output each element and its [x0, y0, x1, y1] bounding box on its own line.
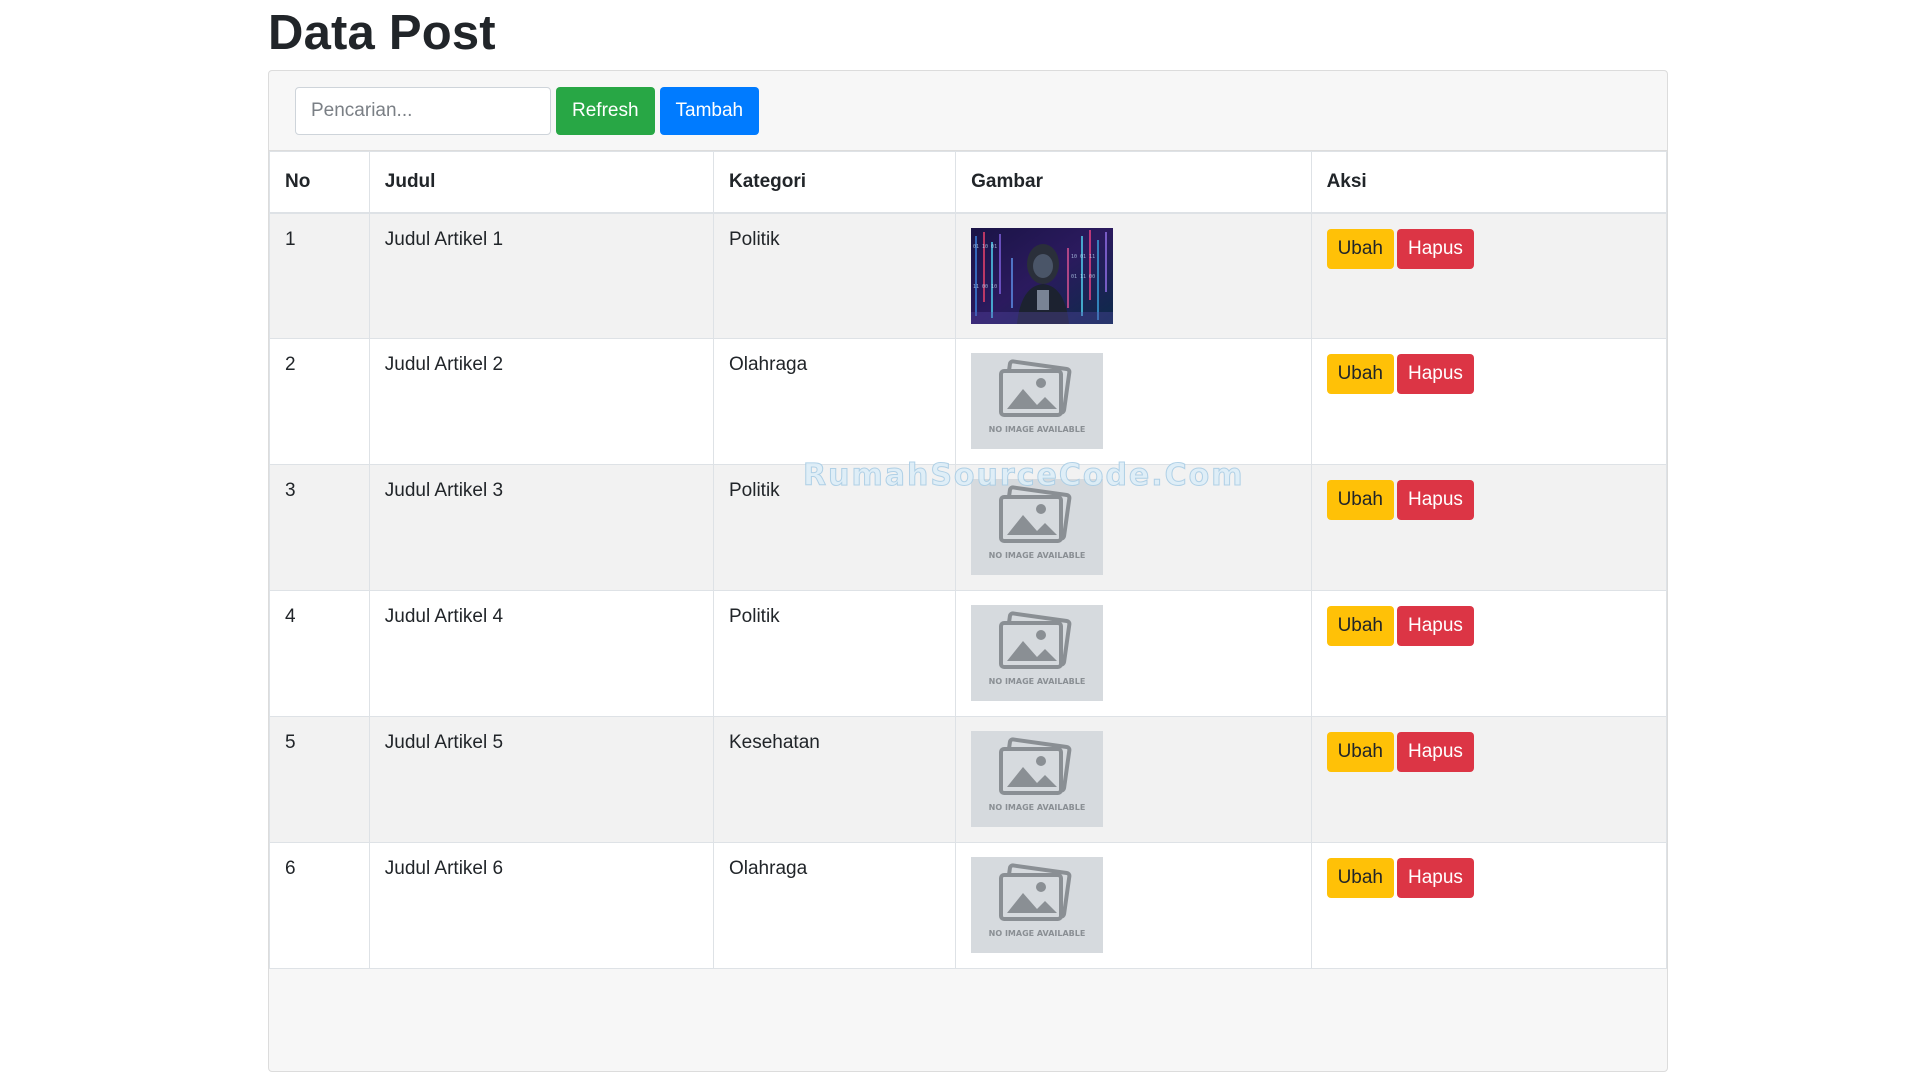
- edit-button[interactable]: Ubah: [1326, 858, 1394, 898]
- svg-text:01 11 00: 01 11 00: [1071, 274, 1095, 280]
- cell-no: 4: [269, 590, 370, 717]
- cell-kategori: Olahraga: [712, 842, 957, 969]
- cell-aksi: Ubah Hapus: [1310, 716, 1667, 843]
- data-card: Refresh Tambah No Judul Kategori Gambar …: [268, 70, 1668, 1072]
- table-row: 5 Judul Artikel 5 Kesehatan NO IMAGE AVAIL…: [269, 716, 1667, 843]
- table-row: 6 Judul Artikel 6 Olahraga NO IMAGE AVAILA…: [269, 842, 1667, 969]
- cell-gambar: NO IMAGE AVAILABLE: [955, 842, 1312, 969]
- cell-kategori: Politik: [712, 464, 957, 591]
- cell-judul: Judul Artikel 3: [368, 464, 714, 591]
- header-aksi: Aksi: [1310, 151, 1667, 214]
- edit-button[interactable]: Ubah: [1326, 354, 1394, 394]
- cell-judul: Judul Artikel 4: [368, 590, 714, 717]
- no-image-placeholder-icon: NO IMAGE AVAILABLE: [971, 857, 1104, 953]
- cell-gambar: NO IMAGE AVAILABLE: [955, 716, 1312, 843]
- post-thumbnail-image: 01 10 01 10 01 11 01 11 00 11 00 10: [971, 227, 1114, 324]
- delete-button[interactable]: Hapus: [1396, 228, 1474, 269]
- cell-aksi: Ubah Hapus: [1310, 590, 1667, 717]
- no-image-caption: NO IMAGE AVAILABLE: [989, 929, 1086, 938]
- svg-text:10 01 11: 10 01 11: [1071, 254, 1095, 260]
- delete-button[interactable]: Hapus: [1396, 480, 1474, 520]
- cell-kategori: Olahraga: [712, 338, 957, 465]
- table-body: 1 Judul Artikel 1 Politik 01 10 01 10 01 1…: [269, 212, 1667, 969]
- cell-judul: Judul Artikel 2: [368, 338, 714, 465]
- cell-no: 5: [269, 716, 370, 843]
- cell-gambar: NO IMAGE AVAILABLE: [955, 590, 1312, 717]
- cell-no: 6: [269, 842, 370, 969]
- header-kategori: Kategori: [712, 151, 957, 214]
- cell-kategori: Politik: [712, 590, 957, 717]
- no-image-caption: NO IMAGE AVAILABLE: [989, 425, 1086, 434]
- edit-button[interactable]: Ubah: [1326, 228, 1394, 269]
- no-image-caption: NO IMAGE AVAILABLE: [989, 803, 1086, 812]
- cell-judul: Judul Artikel 1: [368, 212, 714, 339]
- cell-no: 3: [269, 464, 370, 591]
- delete-button[interactable]: Hapus: [1396, 732, 1474, 772]
- cell-aksi: Ubah Hapus: [1310, 212, 1667, 339]
- edit-button[interactable]: Ubah: [1326, 480, 1394, 520]
- cell-gambar: 01 10 01 10 01 11 01 11 00 11 00 10: [955, 212, 1312, 339]
- svg-text:11 00 10: 11 00 10: [973, 284, 997, 290]
- no-image-caption: NO IMAGE AVAILABLE: [989, 551, 1086, 560]
- cell-judul: Judul Artikel 5: [368, 716, 714, 843]
- delete-button[interactable]: Hapus: [1396, 858, 1474, 898]
- cell-aksi: Ubah Hapus: [1310, 464, 1667, 591]
- table-row: 2 Judul Artikel 2 Olahraga NO IMAGE AVAILA…: [269, 338, 1667, 465]
- header-gambar: Gambar: [955, 151, 1312, 214]
- page-title: Data Post: [268, 6, 496, 60]
- toolbar: Refresh Tambah: [269, 71, 1667, 151]
- no-image-placeholder-icon: NO IMAGE AVAILABLE: [971, 479, 1104, 575]
- cell-aksi: Ubah Hapus: [1310, 842, 1667, 969]
- refresh-button[interactable]: Refresh: [556, 86, 655, 135]
- table-header-row: No Judul Kategori Gambar Aksi: [269, 151, 1667, 214]
- header-judul: Judul: [368, 151, 714, 214]
- cell-aksi: Ubah Hapus: [1310, 338, 1667, 465]
- posts-table: No Judul Kategori Gambar Aksi 1 Judul Art…: [269, 151, 1667, 969]
- cell-no: 2: [269, 338, 370, 465]
- cell-no: 1: [269, 212, 370, 339]
- cell-kategori: Kesehatan: [712, 716, 957, 843]
- cell-gambar: NO IMAGE AVAILABLE: [955, 464, 1312, 591]
- no-image-placeholder-icon: NO IMAGE AVAILABLE: [971, 353, 1104, 449]
- edit-button[interactable]: Ubah: [1326, 606, 1394, 646]
- add-button[interactable]: Tambah: [659, 86, 760, 135]
- edit-button[interactable]: Ubah: [1326, 732, 1394, 772]
- table-row: 1 Judul Artikel 1 Politik 01 10 01 10 01 1…: [269, 212, 1667, 339]
- delete-button[interactable]: Hapus: [1396, 354, 1474, 394]
- no-image-placeholder-icon: NO IMAGE AVAILABLE: [971, 605, 1104, 701]
- no-image-caption: NO IMAGE AVAILABLE: [989, 677, 1086, 686]
- page-container: Data Post Refresh Tambah No Judul Katego…: [268, 0, 1668, 1072]
- cell-kategori: Politik: [712, 212, 957, 339]
- no-image-placeholder-icon: NO IMAGE AVAILABLE: [971, 731, 1104, 827]
- cell-judul: Judul Artikel 6: [368, 842, 714, 969]
- header-no: No: [269, 151, 370, 214]
- cell-gambar: NO IMAGE AVAILABLE: [955, 338, 1312, 465]
- table-row: 3 Judul Artikel 3 Politik NO IMAGE AVAILAB…: [269, 464, 1667, 591]
- search-input[interactable]: [295, 86, 551, 135]
- table-row: 4 Judul Artikel 4 Politik NO IMAGE AVAILAB…: [269, 590, 1667, 717]
- delete-button[interactable]: Hapus: [1396, 606, 1474, 646]
- svg-text:01 10 01: 01 10 01: [973, 244, 997, 250]
